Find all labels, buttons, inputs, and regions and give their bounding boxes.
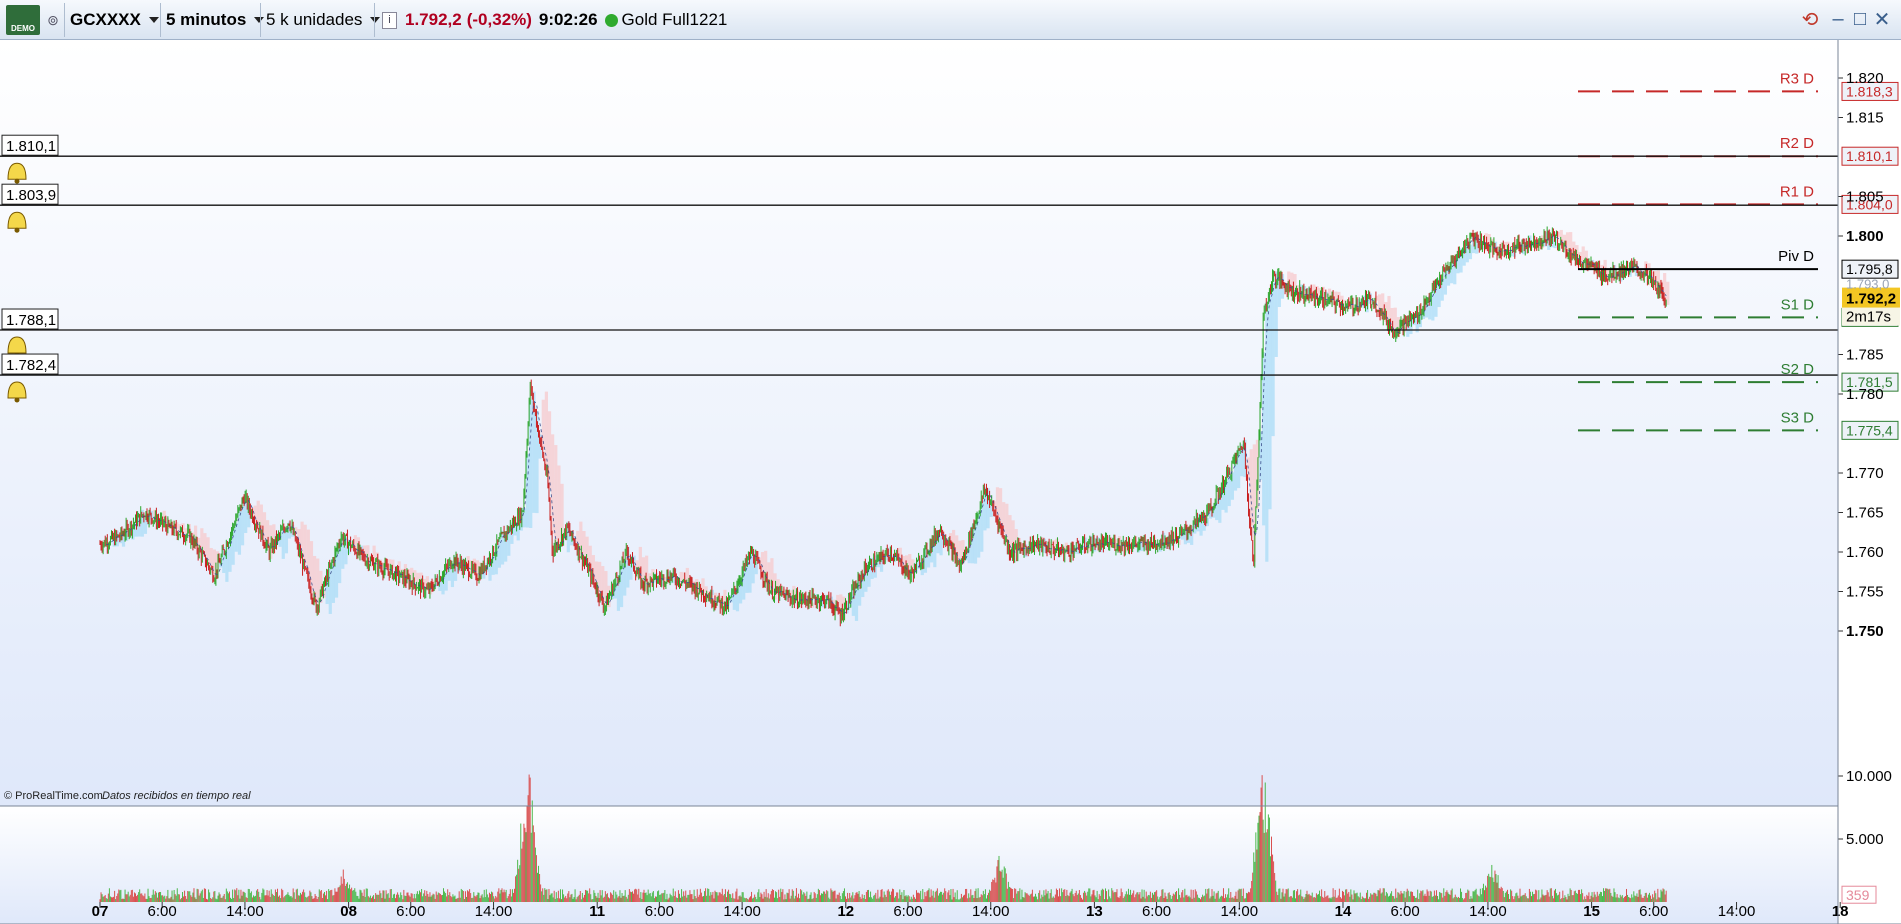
volume-axis-tick-label: 5.000 bbox=[1846, 831, 1884, 848]
chevron-down-icon bbox=[370, 17, 381, 23]
last-price: 1.792,2 bbox=[405, 10, 462, 29]
demo-logo: DEMO bbox=[6, 5, 40, 35]
x-axis-tick-label: 08 bbox=[340, 903, 357, 920]
y-axis-tick-label: 1.755 bbox=[1846, 584, 1884, 601]
timeframe-selector[interactable]: 5 minutos bbox=[166, 3, 265, 37]
symbol-label: GCXXXX bbox=[70, 10, 141, 29]
chevron-down-icon bbox=[148, 17, 159, 23]
ichimoku-cloud bbox=[1268, 293, 1272, 510]
ichimoku-cloud bbox=[1265, 302, 1269, 562]
volume-axis-tick-label: 10.000 bbox=[1846, 768, 1892, 785]
y-axis-tick-label: 1.770 bbox=[1846, 465, 1884, 482]
x-axis-tick-label: 6:00 bbox=[893, 903, 922, 920]
refresh-icon[interactable]: ⟲ bbox=[1800, 8, 1820, 31]
price-chart[interactable]: R3 D1.818,3R2 D1.810,1R1 D1.804,0Piv D1.… bbox=[0, 40, 1901, 924]
x-axis-tick-label: 14 bbox=[1335, 903, 1352, 920]
x-axis-tick-label: 6:00 bbox=[148, 903, 177, 920]
pivot-level-name: R1 D bbox=[1780, 183, 1814, 200]
pivot-level-name: S3 D bbox=[1781, 409, 1815, 426]
y-axis-tick-label: 1.805 bbox=[1846, 189, 1884, 206]
quote-display: 1.792,2 (-0,32%) 9:02:26 Gold Full1221 bbox=[405, 3, 727, 37]
x-axis-tick-label: 6:00 bbox=[1639, 903, 1668, 920]
x-axis-tick-label: 14:00 bbox=[1469, 903, 1507, 920]
timeframe-label: 5 minutos bbox=[166, 10, 247, 29]
bell-icon-clapper bbox=[14, 397, 20, 403]
main-plot-area bbox=[0, 40, 1838, 806]
volume-current-label: 359 bbox=[1846, 887, 1870, 903]
alert-price-label: 1.782,4 bbox=[6, 357, 56, 374]
pivot-price-label: 1.795,8 bbox=[1846, 261, 1893, 277]
y-axis-tick-label: 1.750 bbox=[1846, 623, 1884, 640]
alert-price-label: 1.788,1 bbox=[6, 312, 56, 329]
x-axis-tick-label: 13 bbox=[1086, 903, 1103, 920]
minimize-icon[interactable]: – bbox=[1828, 8, 1848, 30]
ichimoku-cloud bbox=[1271, 282, 1275, 437]
pivot-level-name: R3 D bbox=[1780, 70, 1814, 87]
pivot-price-label: 1.775,4 bbox=[1846, 422, 1893, 438]
x-axis-tick-label: 6:00 bbox=[1391, 903, 1420, 920]
ichimoku-cloud bbox=[557, 465, 561, 546]
ichimoku-cloud bbox=[303, 524, 307, 564]
status-dot-icon bbox=[604, 13, 618, 27]
y-axis-tick-label: 1.815 bbox=[1846, 110, 1884, 127]
ichimoku-cloud bbox=[240, 505, 245, 546]
pivot-price-label: 1.810,1 bbox=[1846, 148, 1893, 164]
x-axis-tick-label: 6:00 bbox=[645, 903, 674, 920]
x-axis-tick-label: 6:00 bbox=[1142, 903, 1171, 920]
y-axis-tick-label: 1.800 bbox=[1846, 228, 1884, 245]
y-axis-tick-label: 1.785 bbox=[1846, 347, 1884, 364]
x-axis-tick-label: 14:00 bbox=[1718, 903, 1756, 920]
x-axis-tick-label: 14:00 bbox=[475, 903, 513, 920]
ichimoku-cloud bbox=[1052, 540, 1056, 548]
x-axis-tick-label: 07 bbox=[92, 903, 109, 920]
bell-icon-clapper bbox=[14, 227, 20, 233]
footer-credit: © ProRealTime.com bbox=[4, 790, 103, 802]
x-axis-tick-label: 18 bbox=[1832, 903, 1849, 920]
alert-price-label: 1.810,1 bbox=[6, 138, 56, 155]
toolbar: DEMO ⊚ GCXXXX 5 minutos 5 k unidades i 1… bbox=[0, 0, 1901, 40]
alert-price-label: 1.803,9 bbox=[6, 187, 56, 204]
y-axis-tick-label: 1.780 bbox=[1846, 386, 1884, 403]
pivot-level-name: Piv D bbox=[1778, 248, 1814, 265]
x-axis-tick-label: 6:00 bbox=[396, 903, 425, 920]
ichimoku-cloud bbox=[544, 391, 548, 471]
units-label: 5 k unidades bbox=[266, 10, 363, 29]
footer-note: Datos recibidos en tiempo real bbox=[102, 790, 251, 802]
symbol-selector[interactable]: GCXXXX bbox=[70, 3, 159, 37]
link-icon[interactable]: ⊚ bbox=[46, 3, 60, 37]
units-selector[interactable]: 5 k unidades bbox=[266, 3, 381, 37]
instrument-name: Gold Full1221 bbox=[621, 10, 728, 29]
x-axis-tick-label: 15 bbox=[1583, 903, 1600, 920]
pivot-level-name: R2 D bbox=[1780, 135, 1814, 152]
maximize-icon[interactable]: □ bbox=[1850, 8, 1870, 30]
pivot-level-name: S1 D bbox=[1781, 296, 1815, 313]
close-icon[interactable]: ✕ bbox=[1872, 8, 1892, 31]
countdown-label: 2m17s bbox=[1846, 309, 1891, 326]
hidden-price-label: 1.793,0 bbox=[1846, 276, 1889, 291]
info-button[interactable]: i bbox=[382, 3, 397, 37]
info-icon: i bbox=[382, 11, 397, 29]
x-axis-tick-label: 14:00 bbox=[723, 903, 761, 920]
x-axis-tick-label: 11 bbox=[589, 903, 605, 920]
price-change: (-0,32%) bbox=[466, 10, 532, 29]
x-axis-tick-label: 14:00 bbox=[226, 903, 264, 920]
x-axis-tick-label: 12 bbox=[837, 903, 854, 920]
y-axis-tick-label: 1.820 bbox=[1846, 70, 1884, 87]
bell-icon-clapper bbox=[14, 178, 20, 184]
y-axis-tick-label: 1.760 bbox=[1846, 544, 1884, 561]
quote-time: 9:02:26 bbox=[538, 10, 598, 29]
ichimoku-cloud bbox=[554, 445, 558, 553]
x-axis-tick-label: 14:00 bbox=[972, 903, 1010, 920]
x-axis-tick-label: 14:00 bbox=[1221, 903, 1259, 920]
y-axis-tick-label: 1.765 bbox=[1846, 505, 1884, 522]
current-price-label: 1.792,2 bbox=[1846, 291, 1896, 308]
